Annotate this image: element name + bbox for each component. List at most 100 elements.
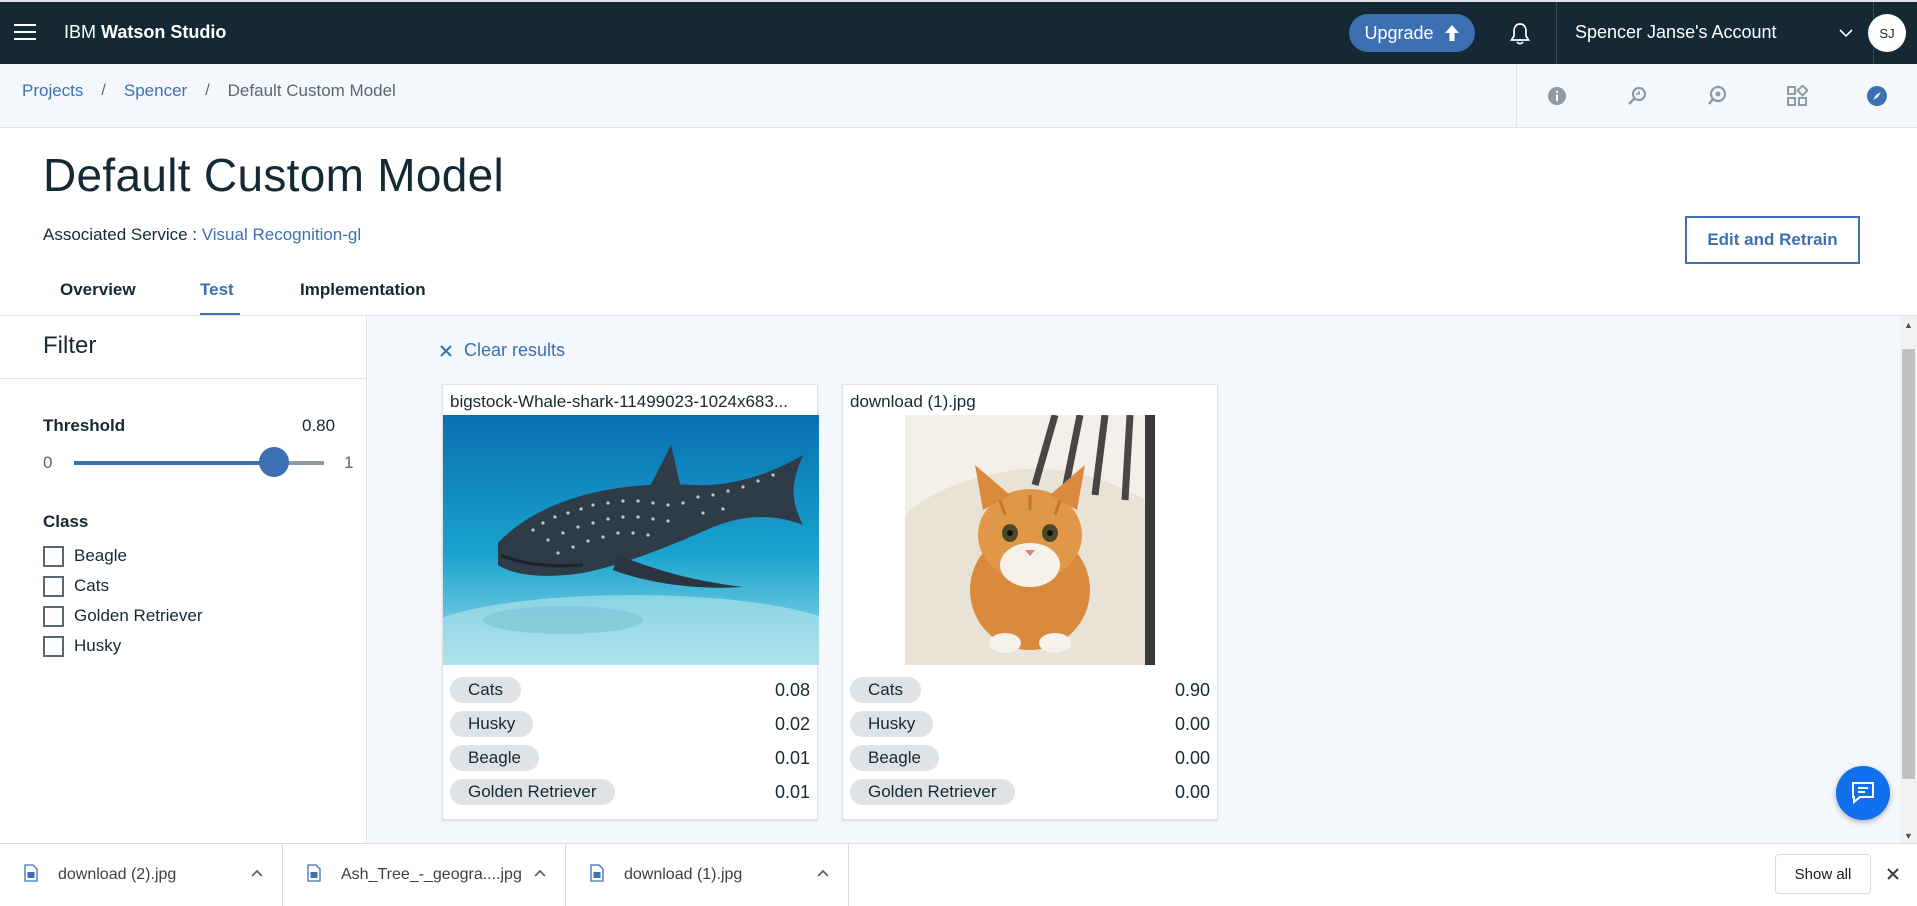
filter-panel: Filter Threshold 0.80 0 1 Class Beagle C…: [0, 316, 367, 843]
product-name[interactable]: IBM Watson Studio: [64, 22, 226, 43]
download-bar: download (2).jpg Ash_Tree_-_geogra....jp…: [0, 843, 1917, 906]
apps-icon[interactable]: [1757, 85, 1837, 107]
result-card[interactable]: bigstock-Whale-shark-11499023-1024x683..…: [442, 384, 819, 820]
image-file-icon: [24, 864, 38, 882]
score-value: 0.00: [1174, 781, 1210, 802]
community-icon[interactable]: [1677, 85, 1757, 107]
class-tag: Husky: [850, 711, 934, 737]
breadcrumb-separator: /: [205, 82, 210, 99]
top-header: IBM Watson Studio Upgrade Spencer Janse'…: [0, 0, 1917, 66]
class-option-label: Cats: [74, 576, 109, 595]
breadcrumb-separator: /: [101, 82, 106, 99]
results-area: Clear results bigstock-Whale-shark-11499…: [368, 316, 1900, 843]
chevron-up-icon[interactable]: [250, 866, 264, 880]
slider-handle[interactable]: [259, 447, 289, 477]
class-tag: Golden Retriever: [450, 779, 615, 805]
clear-results-label: Clear results: [464, 340, 566, 360]
class-option-label: Beagle: [74, 546, 127, 565]
activity-icon[interactable]: [1597, 85, 1677, 107]
threshold-min: 0: [43, 453, 53, 472]
tab-test[interactable]: Test: [200, 268, 300, 316]
filter-divider: [0, 378, 367, 379]
breadcrumb-projects[interactable]: Projects: [22, 81, 83, 101]
score-row: Beagle 0.00: [850, 741, 1212, 775]
score-row: Cats 0.08: [450, 673, 812, 707]
service-label: Associated Service :: [43, 225, 198, 244]
checkbox[interactable]: [43, 635, 64, 657]
breadcrumb: Projects / Spencer / Default Custom Mode…: [22, 81, 396, 101]
show-all-button[interactable]: Show all: [1775, 854, 1871, 894]
whale-shark-image: [443, 415, 819, 665]
cat-image: [905, 415, 1155, 665]
result-filename: bigstock-Whale-shark-11499023-1024x683..…: [450, 392, 788, 411]
vertical-scrollbar[interactable]: ▲ ▼: [1900, 316, 1917, 843]
filter-heading: Filter: [43, 332, 97, 359]
class-option-beagle[interactable]: Beagle: [43, 541, 203, 571]
chevron-down-icon: [1839, 29, 1853, 38]
threshold-slider[interactable]: [74, 447, 324, 477]
score-row: Husky 0.00: [850, 707, 1212, 741]
account-label: Spencer Janse's Account: [1575, 22, 1777, 42]
score-value: 0.00: [1174, 713, 1210, 734]
score-value: 0.08: [774, 679, 810, 700]
download-item[interactable]: download (1).jpg: [566, 844, 849, 906]
close-icon: [440, 344, 452, 357]
score-row: Cats 0.90: [850, 673, 1212, 707]
chevron-up-icon[interactable]: [816, 866, 830, 880]
class-tag: Cats: [850, 677, 921, 703]
breadcrumb-spencer[interactable]: Spencer: [124, 81, 187, 101]
tab-implementation[interactable]: Implementation: [300, 268, 426, 316]
class-option-golden-retriever[interactable]: Golden Retriever: [43, 601, 203, 631]
upgrade-arrow-icon: [1444, 25, 1459, 41]
toolbar-icons: [1516, 64, 1917, 128]
checkbox[interactable]: [43, 545, 64, 567]
scroll-down-arrow-icon[interactable]: ▼: [1904, 831, 1913, 841]
class-tag: Beagle: [850, 745, 939, 771]
brand-prefix: IBM: [64, 22, 102, 42]
slider-fill: [74, 461, 274, 465]
score-row: Husky 0.02: [450, 707, 812, 741]
tab-bar: Overview Test Implementation: [43, 268, 426, 316]
threshold-value: 0.80: [302, 416, 336, 435]
image-file-icon: [307, 864, 321, 882]
close-icon[interactable]: [1883, 864, 1903, 884]
download-item[interactable]: Ash_Tree_-_geogra....jpg: [283, 844, 566, 906]
class-option-husky[interactable]: Husky: [43, 631, 203, 661]
tab-overview[interactable]: Overview: [60, 268, 200, 316]
score-list: Cats 0.90 Husky 0.00 Beagle 0.00 Golden Ret…: [850, 673, 1212, 809]
chevron-up-icon[interactable]: [533, 866, 547, 880]
brand-bold: Watson Studio: [101, 22, 227, 42]
class-tag: Cats: [450, 677, 521, 703]
hamburger-menu-icon[interactable]: [14, 24, 36, 42]
scrollbar-thumb[interactable]: [1902, 349, 1915, 779]
score-value: 0.90: [1174, 679, 1210, 700]
class-option-label: Husky: [74, 636, 122, 655]
notification-bell-icon[interactable]: [1509, 22, 1531, 46]
checkbox[interactable]: [43, 605, 64, 627]
upgrade-label: Upgrade: [1364, 22, 1434, 43]
info-icon[interactable]: [1517, 86, 1597, 106]
compass-icon[interactable]: [1837, 85, 1917, 107]
breadcrumb-bar: Projects / Spencer / Default Custom Mode…: [0, 64, 1917, 128]
class-option-label: Golden Retriever: [74, 606, 203, 625]
edit-and-retrain-button[interactable]: Edit and Retrain: [1685, 216, 1860, 264]
service-link[interactable]: Visual Recognition-gl: [202, 225, 361, 244]
checkbox[interactable]: [43, 575, 64, 597]
class-option-cats[interactable]: Cats: [43, 571, 203, 601]
download-item[interactable]: download (2).jpg: [0, 844, 283, 906]
clear-results-button[interactable]: Clear results: [440, 340, 565, 361]
result-card[interactable]: download (1).jpg Cats 0.90 Husky 0.00 Be…: [842, 384, 1218, 820]
result-filename: download (1).jpg: [850, 392, 976, 411]
class-label: Class: [43, 512, 89, 531]
score-value: 0.01: [774, 781, 810, 802]
upgrade-button[interactable]: Upgrade: [1349, 14, 1475, 52]
chat-button[interactable]: [1836, 766, 1890, 820]
page-title: Default Custom Model: [43, 149, 505, 201]
download-filename: download (2).jpg: [58, 866, 177, 883]
avatar[interactable]: SJ: [1868, 14, 1906, 52]
scroll-up-arrow-icon[interactable]: ▲: [1904, 320, 1913, 330]
image-file-icon: [590, 864, 604, 882]
score-value: 0.00: [1174, 747, 1210, 768]
account-switcher[interactable]: Spencer Janse's Account: [1556, 2, 1874, 66]
score-list: Cats 0.08 Husky 0.02 Beagle 0.01 Golden Ret…: [450, 673, 812, 809]
